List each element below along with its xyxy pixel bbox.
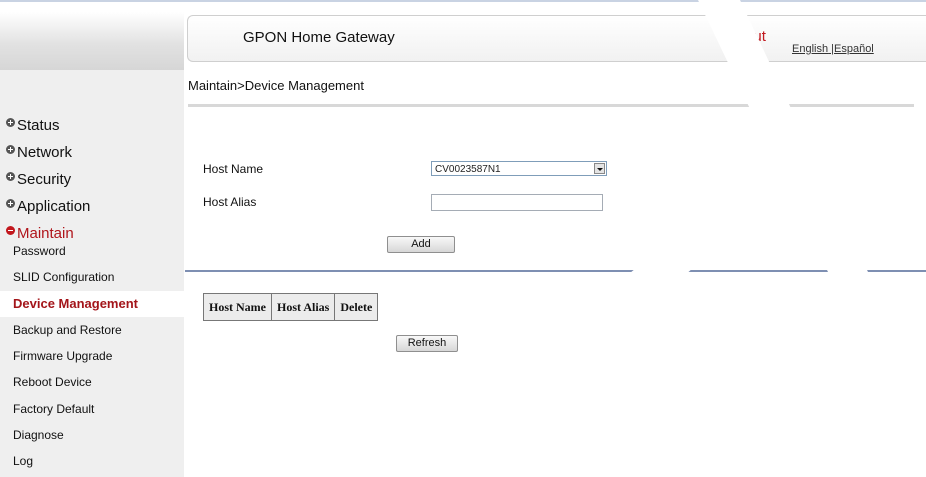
menu-item-label: Application (17, 198, 91, 215)
top-border (0, 0, 926, 2)
expand-icon (6, 199, 15, 208)
dropdown-arrow-icon[interactable] (594, 163, 605, 174)
column-header-host-name: Host Name (203, 293, 272, 321)
watermark-stroke (710, 450, 752, 477)
host-alias-label: Host Alias (203, 195, 257, 209)
add-button[interactable]: Add (387, 236, 455, 253)
expand-icon (6, 118, 15, 127)
sidebar-logo-area (0, 12, 184, 70)
menu-item-label: Security (17, 171, 72, 188)
breadcrumb: Maintain>Device Management (188, 78, 364, 93)
column-header-host-alias: Host Alias (270, 293, 336, 321)
logout-link[interactable]: Logout (720, 28, 766, 45)
submenu-item-device-management[interactable]: Device Management (0, 290, 184, 317)
menu-item-application[interactable]: Application (6, 193, 90, 220)
host-name-selected-value: CV0023587N1 (435, 164, 501, 175)
section-divider (185, 270, 926, 272)
submenu-item-firmware-upgrade[interactable]: Firmware Upgrade (0, 343, 184, 369)
submenu-item-backup-restore[interactable]: Backup and Restore (0, 317, 184, 343)
divider (188, 104, 914, 107)
submenu-item-password[interactable]: Password (0, 238, 184, 264)
host-alias-input[interactable] (431, 194, 603, 211)
collapse-icon (6, 226, 15, 235)
header-bar: GPON Home Gateway Logout English |Españo… (187, 15, 926, 62)
hosts-table: Host Name Host Alias Delete (203, 293, 379, 321)
submenu-item-reboot-device[interactable]: Reboot Device (0, 369, 184, 395)
watermark-stroke (485, 232, 704, 424)
lang-spanish-link[interactable]: Español (834, 43, 874, 55)
submenu-item-slid-configuration[interactable]: SLID Configuration (0, 264, 184, 290)
table-header-row: Host Name Host Alias Delete (203, 293, 379, 321)
refresh-button[interactable]: Refresh (396, 335, 458, 352)
language-switcher: English |Español (792, 43, 874, 55)
app-title: GPON Home Gateway (243, 29, 395, 46)
lang-english-link[interactable]: English (792, 43, 828, 55)
main-menu: Status Network Security Application Main… (6, 112, 90, 247)
host-name-label: Host Name (203, 162, 264, 176)
submenu-item-log[interactable]: Log (0, 448, 184, 474)
submenu-item-diagnose[interactable]: Diagnose (0, 422, 184, 448)
submenu-item-factory-default[interactable]: Factory Default (0, 396, 184, 422)
expand-icon (6, 145, 15, 154)
column-header-delete: Delete (334, 293, 379, 321)
menu-item-label: Status (17, 117, 60, 134)
sidebar: Status Network Security Application Main… (0, 12, 184, 477)
watermark-stroke (278, 446, 320, 477)
host-name-select[interactable]: CV0023587N1 (431, 161, 607, 176)
menu-item-network[interactable]: Network (6, 139, 90, 166)
watermark-stroke (530, 435, 577, 477)
menu-item-label: Network (17, 144, 73, 161)
menu-item-status[interactable]: Status (6, 112, 90, 139)
expand-icon (6, 172, 15, 181)
maintain-submenu: Password SLID Configuration Device Manag… (0, 238, 184, 475)
menu-item-security[interactable]: Security (6, 166, 90, 193)
